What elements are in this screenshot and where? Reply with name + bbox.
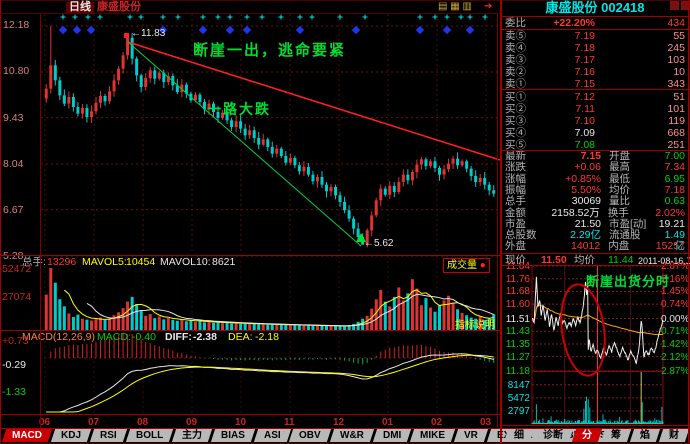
weibi-row[interactable]: 委比+22.20%434 — [502, 17, 688, 29]
dea-value: -2.18 — [255, 332, 279, 343]
intraday-price-tick: 11.27 — [502, 352, 530, 363]
tab-焰[interactable]: 焰 — [630, 429, 660, 442]
intraday-pct-tick: 0.74% — [661, 299, 688, 310]
tab-MIKE[interactable]: MIKE — [410, 429, 455, 442]
intraday-price-tick: 11.43 — [502, 326, 530, 337]
intraday-price-tick: 11.35 — [502, 339, 530, 350]
kline-annotation-1: 断崖一出，逃命要紧 — [193, 39, 346, 60]
macd-tick: +0.73 — [2, 336, 29, 347]
tab-DMI[interactable]: DMI — [373, 429, 412, 442]
diff-label: DIFF: — [165, 332, 192, 343]
quote-stock-code: 002418 — [601, 0, 644, 15]
period-label[interactable]: 日线 — [66, 2, 94, 13]
ask-row-5[interactable]: 卖⑤7.1955 — [502, 30, 688, 42]
intraday-price-tick: 11.51 — [502, 314, 530, 325]
intraday-price-tick: 11.76 — [502, 274, 530, 285]
bid-row-1[interactable]: 买①7.1251 — [502, 91, 688, 103]
tab-ASI[interactable]: ASI — [254, 429, 291, 442]
intraday-vol-tick: 8147 — [502, 380, 530, 391]
tab-KDJ[interactable]: KDJ — [51, 429, 91, 442]
intraday-pct-tick: 1.42% — [661, 339, 688, 350]
month-label: 08 — [137, 417, 148, 428]
tab-BIAS[interactable]: BIAS — [211, 429, 255, 442]
tab-细[interactable]: 细 — [504, 429, 534, 442]
intraday-vol-tick: 5472 — [502, 393, 530, 404]
kline-price-tick: 5.28 — [3, 251, 23, 262]
pane-tool-icons[interactable]: ▤ ▦ ▥ — [438, 1, 472, 12]
tab-诊断[interactable]: 诊断 — [533, 429, 573, 442]
tab-BOLL[interactable]: BOLL — [126, 429, 173, 442]
tab-RSI[interactable]: RSI — [90, 429, 127, 442]
macd-title: MACD(12,26,9) — [22, 332, 95, 343]
bid-row-3[interactable]: 买③7.10119 — [502, 115, 688, 127]
intraday-vol-tick: 2797 — [502, 406, 530, 417]
macd-tick: -0.29 — [2, 360, 26, 371]
kline-price-tick: 6.67 — [3, 205, 23, 216]
month-label: 09 — [186, 417, 197, 428]
low-price-annotation: ←5.62 — [364, 238, 393, 249]
tab-筹[interactable]: 筹 — [601, 429, 631, 442]
tab-主力[interactable]: 主力 — [172, 429, 212, 442]
intraday-pct-tick: 2.87% — [661, 366, 688, 377]
tab-财[interactable]: 财 — [659, 429, 689, 442]
macd-label: MACD: — [97, 332, 131, 343]
detail-row-外盘: 外盘14012内盘15257 — [502, 241, 688, 252]
volume-tick: 52472 — [2, 264, 31, 275]
kline-price-tick: 8.04 — [3, 159, 23, 170]
intraday-price-tick: 11.18 — [502, 366, 530, 377]
intraday-price-tick: 11.60 — [502, 299, 530, 310]
trading-app-window: 日线 康盛股份 ▤ ▦ ▥ ➔ 12.18 10.80 9.43 8.04 6.67 5.… — [0, 0, 690, 444]
diff-value: -2.38 — [193, 332, 217, 343]
ask-row-4[interactable]: 卖④7.18245 — [502, 42, 688, 54]
rightpanel-tabbar: 细诊断分筹焰财 — [506, 429, 690, 442]
detail-row-总手: 总手30069量比0.63 — [502, 196, 688, 207]
intraday-pct-tick: 0.00% — [661, 314, 688, 325]
bid-row-4[interactable]: 买④7.09668 — [502, 127, 688, 139]
mavol5-label: MAVOL5: — [82, 257, 127, 268]
tab-W&R[interactable]: W&R — [330, 429, 374, 442]
intraday-price-tick: 11.84 — [502, 261, 530, 272]
ask-row-2[interactable]: 卖②7.1610 — [502, 66, 688, 78]
kline-price-tick: 9.43 — [3, 113, 23, 124]
tab-分[interactable]: 分 — [572, 429, 602, 442]
arrow-icon[interactable]: ➔ — [484, 1, 492, 12]
intraday-annotation: 断崖出货分时 — [586, 271, 670, 290]
intraday-pct-tick: 2.12% — [661, 352, 688, 363]
tab-MACD[interactable]: MACD — [2, 429, 52, 442]
intraday-pct-tick: 0.71% — [661, 326, 688, 337]
month-label: 07 — [88, 417, 99, 428]
kline-price-tick: 12.18 — [3, 20, 29, 31]
stock-name-label: 康盛股份 — [97, 2, 141, 13]
volume-pane-title-box[interactable]: 成交量 ● — [443, 258, 490, 273]
quote-header: 康盛股份 002418 — [502, 2, 688, 13]
intraday-price-tick: 11.68 — [502, 286, 530, 297]
macd-value: -0.40 — [132, 332, 156, 343]
month-label: 10 — [235, 417, 246, 428]
mavol10-value: 8621 — [212, 257, 235, 268]
detail-row-涨跌: 涨跌+0.06最高7.34 — [502, 162, 688, 173]
month-label: 11 — [284, 417, 295, 428]
ask-row-3[interactable]: 卖③7.17103 — [502, 54, 688, 66]
tab-OBV[interactable]: OBV — [289, 429, 331, 442]
volume-total-value: 13296 — [47, 257, 76, 268]
ask-row-1[interactable]: 卖①7.15343 — [502, 78, 688, 90]
macd-tick: -1.33 — [2, 387, 26, 398]
mavol5-value: 10454 — [126, 257, 155, 268]
peak-price-annotation: ←11.83 — [131, 28, 165, 39]
month-label: 01 — [382, 417, 393, 428]
kline-annotation-2: 一路大跌 — [207, 99, 271, 119]
bid-row-5[interactable]: 买⑤7.08251 — [502, 139, 688, 151]
month-label: 02 — [431, 417, 442, 428]
kline-price-tick: 10.80 — [3, 66, 29, 77]
tab-VR[interactable]: VR — [454, 429, 488, 442]
dea-label: DEA: — [228, 332, 253, 343]
mavol10-label: MAVOL10: — [160, 257, 211, 268]
volume-tick: 27074 — [2, 292, 31, 303]
quote-stock-name: 康盛股份 — [545, 0, 597, 15]
month-label: 12 — [333, 417, 344, 428]
month-label: 03 — [480, 417, 491, 428]
bid-row-2[interactable]: 买②7.11101 — [502, 103, 688, 115]
